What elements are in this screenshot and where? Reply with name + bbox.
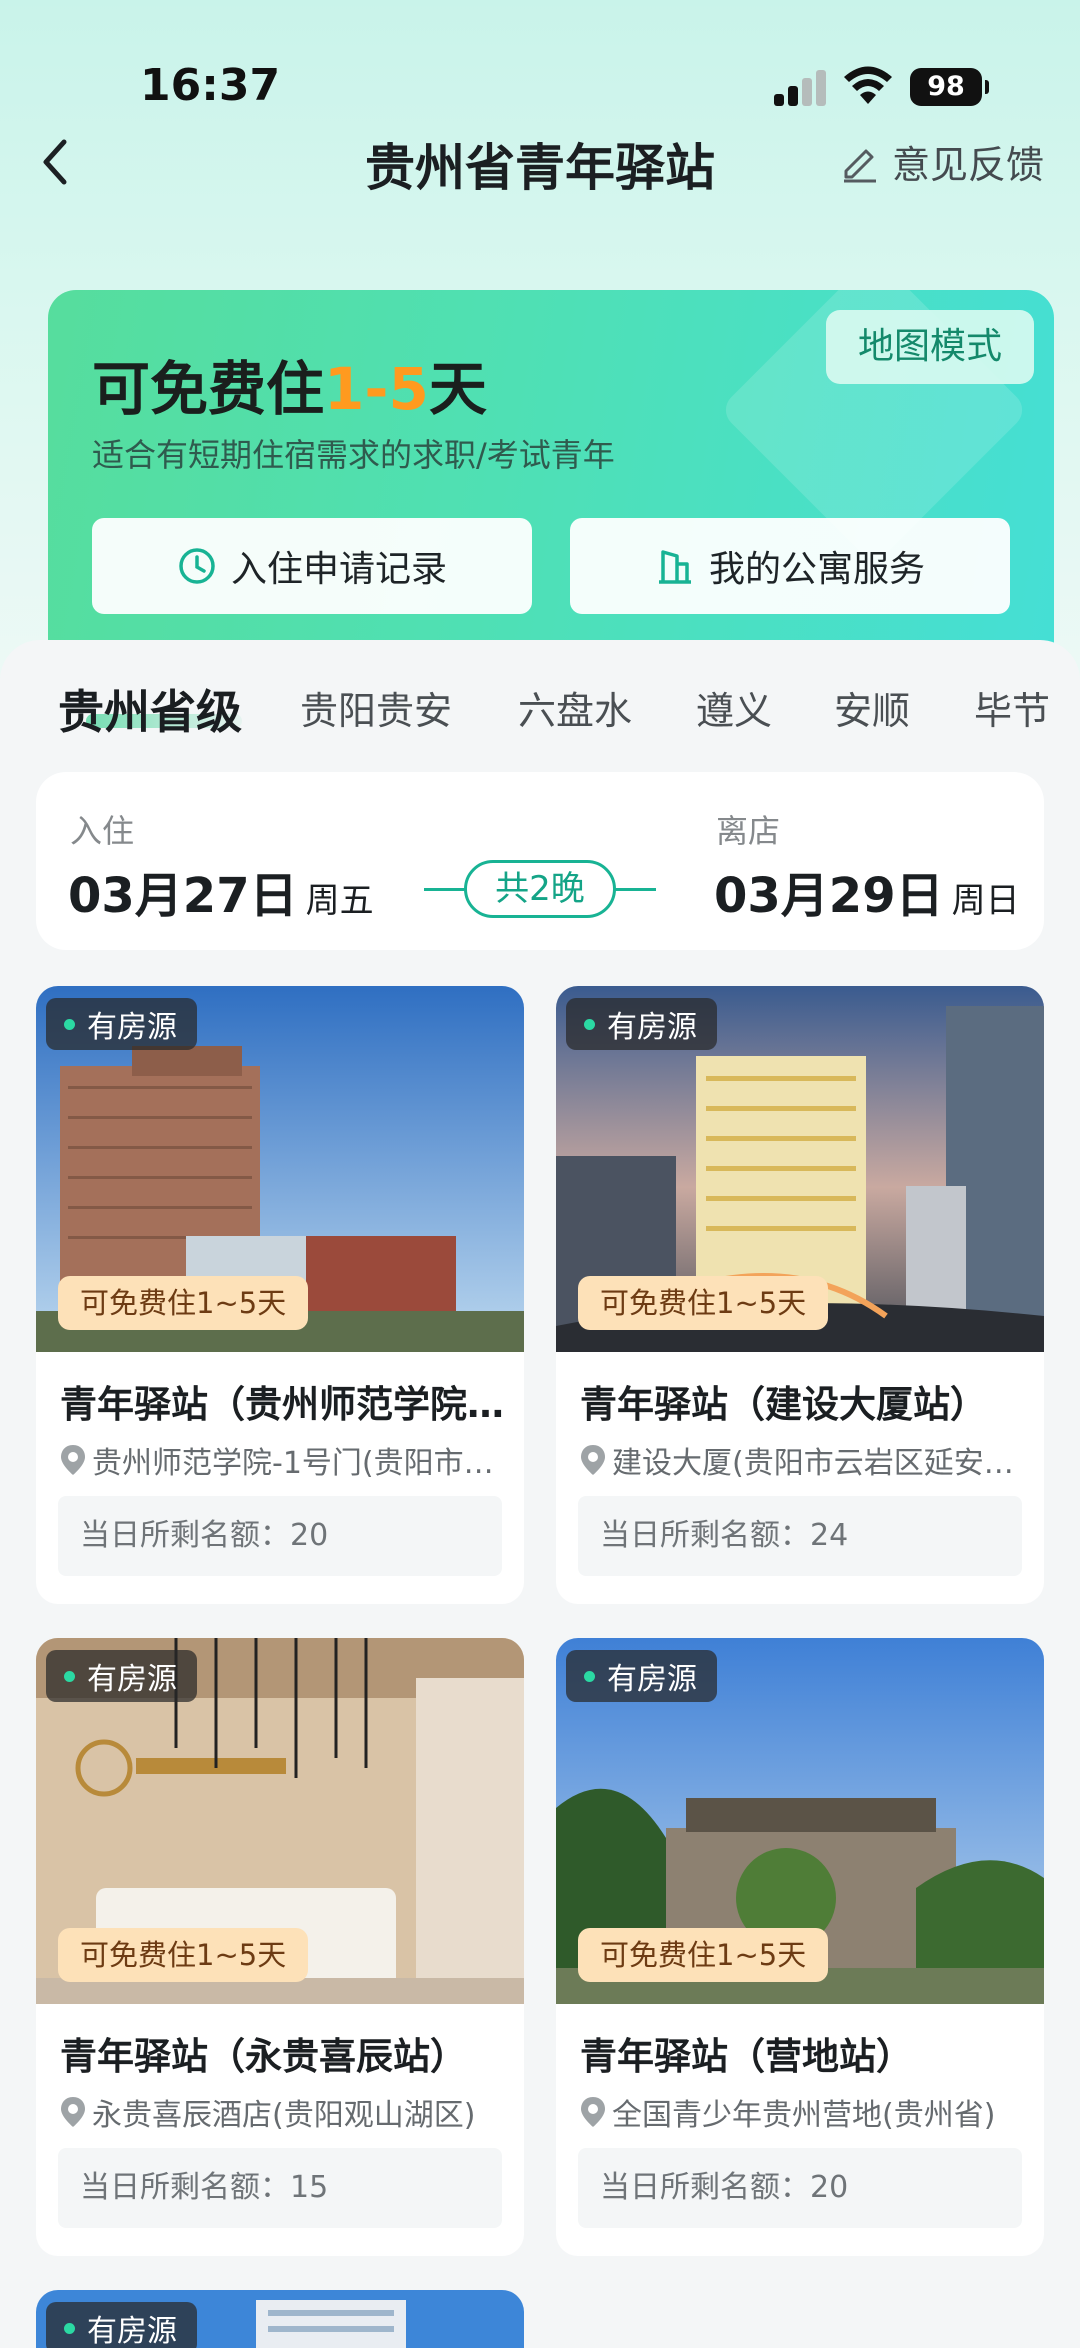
tab-bijie[interactable]: 毕节 [974,680,1050,735]
tab-guiyang-guian[interactable]: 贵阳贵安 [300,680,452,735]
edit-icon [843,149,876,183]
region-tabs: 贵州省级 贵阳贵安 六盘水 遵义 安顺 毕节 [0,660,1080,760]
building-icon [658,550,691,584]
signal-icon [774,70,828,106]
station-name: 青年驿站（永贵喜辰站） [60,2035,467,2078]
station-address: 全国青少年贵州营地(贵州省) [578,2090,1024,2134]
checkin-date[interactable]: 03月27日 周五 [68,856,374,926]
remaining-quota: 当日所剩名额：20 [578,2148,1022,2228]
availability-badge: 有房源 [46,1650,197,1702]
checkin-label: 入住 [70,812,135,850]
status-dot [64,1670,75,1682]
free-stay-badge: 可免费住1~5天 [578,1928,829,1982]
feedback-label: 意见反馈 [891,142,1044,187]
station-card[interactable]: 有房源 可免费住1~5天 青年驿站（建设大厦站） 建设大厦(贵阳市云岩区延安中路… [556,986,1044,1604]
checkout-label: 离店 [716,812,781,850]
availability-badge: 有房源 [566,1650,717,1702]
status-bar: 16:37 98 [0,0,1080,130]
status-time: 16:37 [140,60,281,111]
status-dot [584,1670,595,1682]
location-pin-icon [61,2097,85,2127]
clock-icon [179,548,215,584]
status-dot [64,2322,75,2334]
hero-banner: 可免费住1-5天 适合有短期住宿需求的求职/考试青年 地图模式 入住申请记录 我… [48,290,1054,670]
map-mode-button[interactable]: 地图模式 [826,310,1034,384]
location-pin-icon [61,1445,85,1475]
checkout-weekday: 周日 [951,881,1020,921]
station-card[interactable]: 有房源 可免费住1~5天 青年驿站（永贵喜辰站） 永贵喜辰酒店(贵阳观山湖区) … [36,1638,524,2256]
nights-badge: 共2晚 [464,860,616,918]
checkout-date[interactable]: 03月29日 周日 [714,856,1020,926]
remaining-quota: 当日所剩名额：20 [58,1496,502,1576]
hero-title-highlight: 1-5 [324,355,429,423]
tab-liupanshui[interactable]: 六盘水 [518,680,632,735]
remaining-quota: 当日所剩名额：15 [58,2148,502,2228]
station-address: 建设大厦(贵阳市云岩区延安中路) [578,1438,1024,1482]
station-name: 青年驿站（建设大厦站） [580,1383,987,1426]
hero-subtitle: 适合有短期住宿需求的求职/考试青年 [92,436,615,474]
station-address: 永贵喜辰酒店(贵阳观山湖区) [58,2090,504,2134]
tab-anshun[interactable]: 安顺 [834,680,910,735]
tab-zunyi[interactable]: 遵义 [696,680,772,735]
free-stay-badge: 可免费住1~5天 [58,1928,309,1982]
checkin-weekday: 周五 [305,881,374,921]
location-pin-icon [581,1445,605,1475]
apartment-service-button[interactable]: 我的公寓服务 [570,518,1010,614]
tab-guizhou-provincial[interactable]: 贵州省级 [58,676,242,742]
station-card[interactable]: 有房源 可免费住1~5天 青年驿站（营地站） 全国青少年贵州营地(贵州省) 当日… [556,1638,1044,2256]
date-selector[interactable]: 入住 03月27日 周五 共2晚 离店 03月29日 周日 [36,772,1044,950]
status-dot [64,1018,75,1030]
feedback-button[interactable]: 意见反馈 [838,136,1044,187]
free-stay-badge: 可免费住1~5天 [578,1276,829,1330]
checkin-records-button[interactable]: 入住申请记录 [92,518,532,614]
apartment-service-label: 我的公寓服务 [708,549,925,590]
station-name: 青年驿站（贵州师范学院站） [60,1383,510,1426]
location-pin-icon [581,2097,605,2127]
station-card[interactable]: 有房源 可免费住1~5天 青年驿站（贵州师范学院站） 贵州师范学院-1号门(贵阳… [36,986,524,1604]
free-stay-badge: 可免费住1~5天 [58,1276,309,1330]
wifi-icon [844,66,892,104]
battery-indicator: 98 [910,68,989,106]
remaining-quota: 当日所剩名额：24 [578,1496,1022,1576]
station-address: 贵州师范学院-1号门(贵阳市乌当区) [58,1438,504,1482]
checkin-records-label: 入住申请记录 [230,549,447,590]
hero-title: 可免费住1-5天 [92,355,487,423]
availability-badge: 有房源 [46,2302,197,2348]
station-card[interactable]: 有房源 [36,2290,524,2348]
station-name: 青年驿站（营地站） [580,2035,913,2078]
status-dot [584,1018,595,1030]
nights-line-right [612,888,656,891]
availability-badge: 有房源 [46,998,197,1050]
nights-line-left [424,888,468,891]
availability-badge: 有房源 [566,998,717,1050]
